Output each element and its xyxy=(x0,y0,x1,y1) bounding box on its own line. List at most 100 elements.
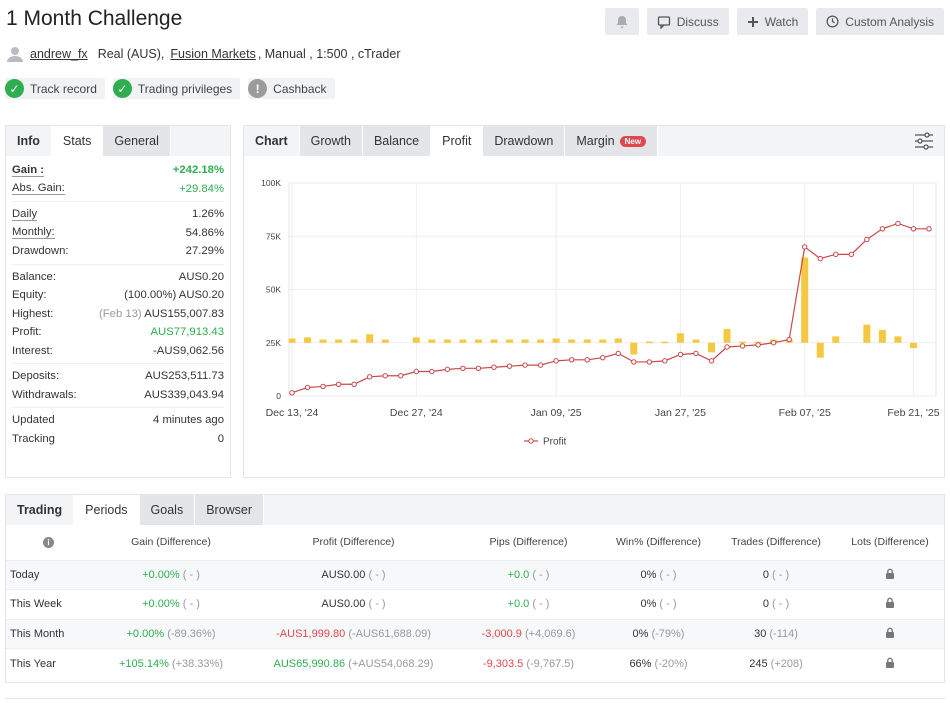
broker-link[interactable]: Fusion Markets xyxy=(170,47,255,61)
track-record-badge[interactable]: ✓ Track record xyxy=(5,78,105,99)
stat-balance: Balance: AUS0.20 xyxy=(6,268,230,287)
profit-point xyxy=(335,381,342,387)
profit-bar xyxy=(878,329,886,343)
watch-label: Watch xyxy=(764,14,799,29)
lots-cell[interactable] xyxy=(836,618,944,649)
custom-analysis-button[interactable]: Custom Analysis xyxy=(816,8,944,35)
pips-value: -3,000.9 xyxy=(481,627,522,640)
pips-cell: -9,303.5 (-9,767.5) xyxy=(456,648,601,678)
y-tick-label: 75K xyxy=(266,231,281,241)
badge-label: Trading privileges xyxy=(137,81,233,96)
profit-point xyxy=(460,365,466,372)
tab-profit[interactable]: Profit xyxy=(431,126,484,156)
profit-bar xyxy=(583,339,591,343)
tab-drawdown[interactable]: Drawdown xyxy=(483,126,566,156)
tab-margin[interactable]: Margin New xyxy=(565,126,659,156)
profit-chart: 0 25K 50K 75K 100K Dec 13, '24 Dec 27, '24 Jan … xyxy=(261,178,940,448)
period-label: Today xyxy=(6,559,91,590)
tracking-label: Tracking xyxy=(12,432,55,445)
y-tick-label: 50K xyxy=(266,285,281,295)
win-cell: 0% (-79%) xyxy=(601,618,716,649)
profit-point xyxy=(786,336,792,343)
lock-icon xyxy=(886,568,894,579)
profit-point xyxy=(320,383,326,390)
watch-button[interactable]: Watch xyxy=(736,8,809,35)
stats-tabs: Info Stats General xyxy=(6,126,230,156)
gain-diff: (+38.33%) xyxy=(171,657,223,670)
x-tick-label: Dec 13, '24 xyxy=(266,407,319,419)
tab-chart[interactable]: Chart xyxy=(244,126,300,156)
abs-gain-value: +29.84% xyxy=(179,182,224,195)
tab-stats[interactable]: Stats xyxy=(51,126,104,156)
tab-info[interactable]: Info xyxy=(6,126,52,156)
gain-value: +0.00% xyxy=(142,568,180,581)
tab-periods[interactable]: Periods xyxy=(74,495,140,525)
notification-button[interactable] xyxy=(604,8,639,35)
deposits-label: Deposits: xyxy=(12,370,60,383)
lots-cell[interactable] xyxy=(836,589,944,619)
cashback-badge[interactable]: ! Cashback xyxy=(248,78,335,99)
profit-bar xyxy=(692,339,700,343)
lots-cell[interactable] xyxy=(836,559,944,590)
profit-bar xyxy=(366,334,374,343)
tab-trading[interactable]: Trading xyxy=(6,495,75,525)
lock-icon xyxy=(886,627,894,638)
profit-bar xyxy=(661,341,669,344)
discuss-button[interactable]: Discuss xyxy=(646,8,729,35)
lots-cell[interactable] xyxy=(836,648,944,678)
settings-sliders-icon[interactable] xyxy=(914,132,934,150)
tab-browser[interactable]: Browser xyxy=(195,495,265,525)
user-link[interactable]: andrew_fx xyxy=(30,47,88,61)
gain-label[interactable]: Gain : xyxy=(12,164,45,177)
x-tick-label: Jan 09, '25 xyxy=(531,407,582,419)
tab-goals[interactable]: Goals xyxy=(139,495,196,525)
daily-value: 1.26% xyxy=(191,208,224,221)
profit-point xyxy=(382,373,388,379)
trades-cell: 0 ( - ) xyxy=(716,589,836,619)
account-details: , Manual , 1:500 , cTrader xyxy=(257,47,401,61)
profit-point xyxy=(351,381,357,387)
profit-bar xyxy=(319,339,327,343)
info-icon[interactable]: i xyxy=(43,537,54,549)
pips-cell: +0.0 ( - ) xyxy=(456,559,601,590)
trading-panel: Trading Periods Goals Browser i Gain (Di… xyxy=(5,494,945,683)
trading-privileges-badge[interactable]: ✓ Trading privileges xyxy=(112,78,241,99)
profit-cell: AUS0.00 ( - ) xyxy=(251,559,456,590)
table-header: i Gain (Difference) Profit (Difference) … xyxy=(6,525,944,560)
abs-gain-label[interactable]: Abs. Gain: xyxy=(12,182,65,196)
monthly-label[interactable]: Monthly: xyxy=(12,226,55,240)
header-win: Win% (Difference) xyxy=(616,536,701,549)
legend-marker xyxy=(528,438,534,444)
gain-value: +242.18% xyxy=(172,164,224,177)
header-lots: Lots (Difference) xyxy=(851,536,929,549)
profit-point xyxy=(739,343,746,349)
custom-analysis-label: Custom Analysis xyxy=(845,14,934,29)
periods-table: i Gain (Difference) Profit (Difference) … xyxy=(6,525,944,678)
profit-bar xyxy=(412,337,420,343)
daily-label[interactable]: Daily xyxy=(12,208,38,221)
info-icon: ! xyxy=(248,79,268,98)
profit-point xyxy=(910,226,917,232)
win-cell: 66% (-20%) xyxy=(601,648,716,678)
win-diff: ( - ) xyxy=(659,568,677,581)
withdrawals-value: AUS339,043.94 xyxy=(144,388,224,401)
trades-value: 30 xyxy=(754,627,767,640)
pips-value: +0.0 xyxy=(507,598,530,611)
win-value: 0% xyxy=(632,627,649,640)
comment-icon xyxy=(657,15,670,29)
pips-diff: (-9,767.5) xyxy=(526,657,575,670)
tab-balance[interactable]: Balance xyxy=(362,126,432,156)
tab-growth[interactable]: Growth xyxy=(299,126,363,156)
profit-point xyxy=(429,368,435,375)
profit-value: AUS0.00 xyxy=(321,568,366,581)
pips-diff: ( - ) xyxy=(532,568,550,581)
win-cell: 0% ( - ) xyxy=(601,559,716,590)
win-value: 66% xyxy=(629,657,652,670)
win-diff: ( - ) xyxy=(659,598,677,611)
period-label: This Month xyxy=(6,618,91,649)
profit-point xyxy=(304,384,311,391)
badge-label: Cashback xyxy=(273,81,327,96)
tab-general[interactable]: General xyxy=(103,126,171,156)
equity-label: Equity: xyxy=(12,289,47,302)
trades-diff: ( - ) xyxy=(772,598,790,611)
